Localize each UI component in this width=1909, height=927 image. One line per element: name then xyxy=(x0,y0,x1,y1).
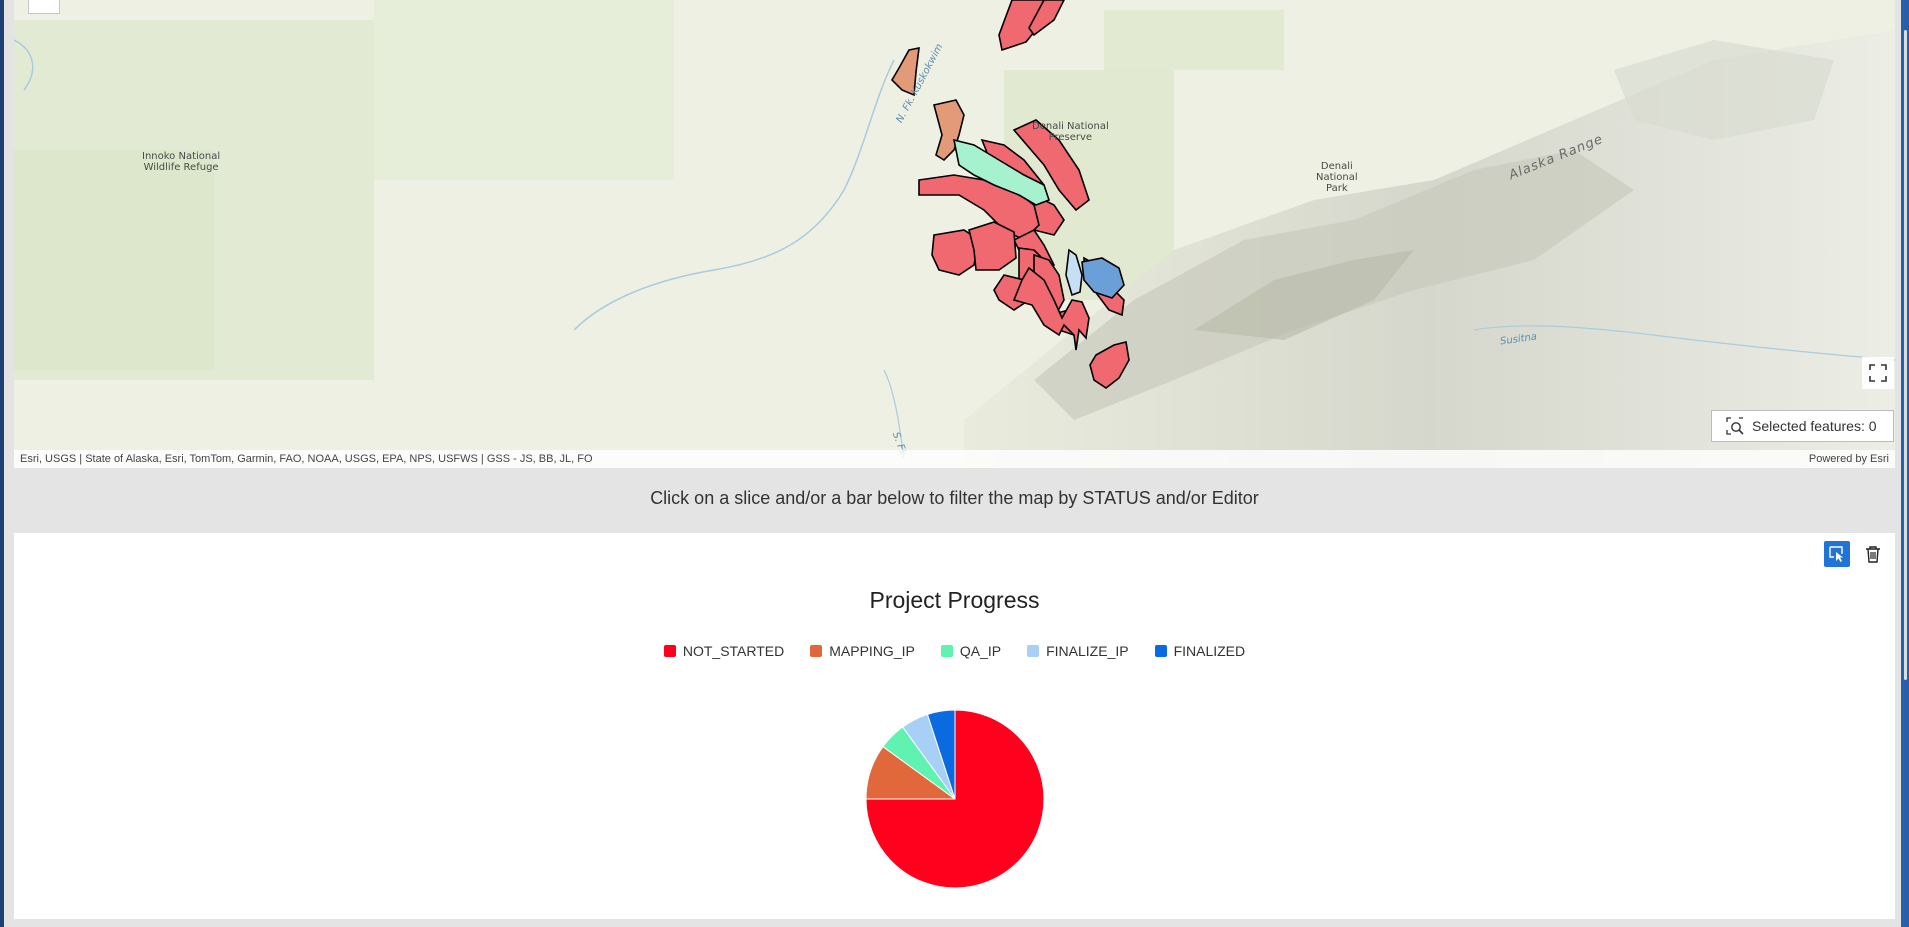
attribution-sources: Esri, USGS | State of Alaska, Esri, TomT… xyxy=(20,453,593,465)
map-attribution: Esri, USGS | State of Alaska, Esri, TomT… xyxy=(14,450,1895,468)
selected-features-label: Selected features: 0 xyxy=(1752,418,1877,434)
page-scrollbar[interactable] xyxy=(1904,30,1907,680)
powered-by-esri[interactable]: Powered by Esri xyxy=(1809,453,1889,465)
legend-swatch xyxy=(663,645,676,657)
place-label-denali-park: Denali National Park xyxy=(1316,161,1358,194)
map-nav-button[interactable] xyxy=(28,0,60,14)
chart-legend: NOT_STARTED MAPPING_IP QA_IP FINALIZE_IP… xyxy=(14,643,1895,659)
map-view[interactable]: Innoko National Wildlife Refuge Denali N… xyxy=(14,0,1895,468)
pie-chart xyxy=(865,709,1045,889)
selected-features-button[interactable]: Selected features: 0 xyxy=(1711,410,1894,442)
legend-label: FINALIZE_IP xyxy=(1046,643,1129,659)
app-frame: Innoko National Wildlife Refuge Denali N… xyxy=(0,0,1909,927)
chart-panel: Project Progress NOT_STARTED MAPPING_IP … xyxy=(14,533,1895,919)
pie-svg xyxy=(865,709,1045,889)
place-label-denali-preserve: Denali National Preserve xyxy=(1032,121,1109,143)
legend-label: QA_IP xyxy=(959,643,1002,659)
legend-swatch xyxy=(810,645,823,657)
legend-swatch xyxy=(940,645,953,657)
filter-instruction: Click on a slice and/or a bar below to f… xyxy=(650,488,1259,508)
zoom-to-selection-icon xyxy=(1726,417,1744,435)
place-label-innoko: Innoko National Wildlife Refuge xyxy=(142,151,221,173)
basemap xyxy=(14,0,1895,468)
legend-item-finalize-ip[interactable]: FINALIZE_IP xyxy=(1027,643,1129,659)
legend-item-qa-ip[interactable]: QA_IP xyxy=(940,643,1002,659)
legend-label: MAPPING_IP xyxy=(829,643,915,659)
select-cursor-icon xyxy=(1829,546,1843,562)
window-left-edge xyxy=(0,0,4,927)
clear-selection-button[interactable] xyxy=(1860,541,1886,567)
legend-label: FINALIZED xyxy=(1173,643,1246,659)
legend-swatch xyxy=(1154,645,1167,657)
legend-swatch xyxy=(1027,645,1040,657)
legend-item-mapping-ip[interactable]: MAPPING_IP xyxy=(810,643,915,659)
fullscreen-button[interactable] xyxy=(1862,357,1894,389)
window-right-edge xyxy=(1901,0,1909,927)
select-tool-button[interactable] xyxy=(1824,541,1850,567)
chart-title: Project Progress xyxy=(869,587,1040,613)
legend-label: NOT_STARTED xyxy=(682,643,785,659)
legend-item-finalized[interactable]: FINALIZED xyxy=(1154,643,1246,659)
fullscreen-icon xyxy=(1869,364,1887,382)
trash-icon xyxy=(1866,546,1880,563)
legend-item-not-started[interactable]: NOT_STARTED xyxy=(663,643,785,659)
